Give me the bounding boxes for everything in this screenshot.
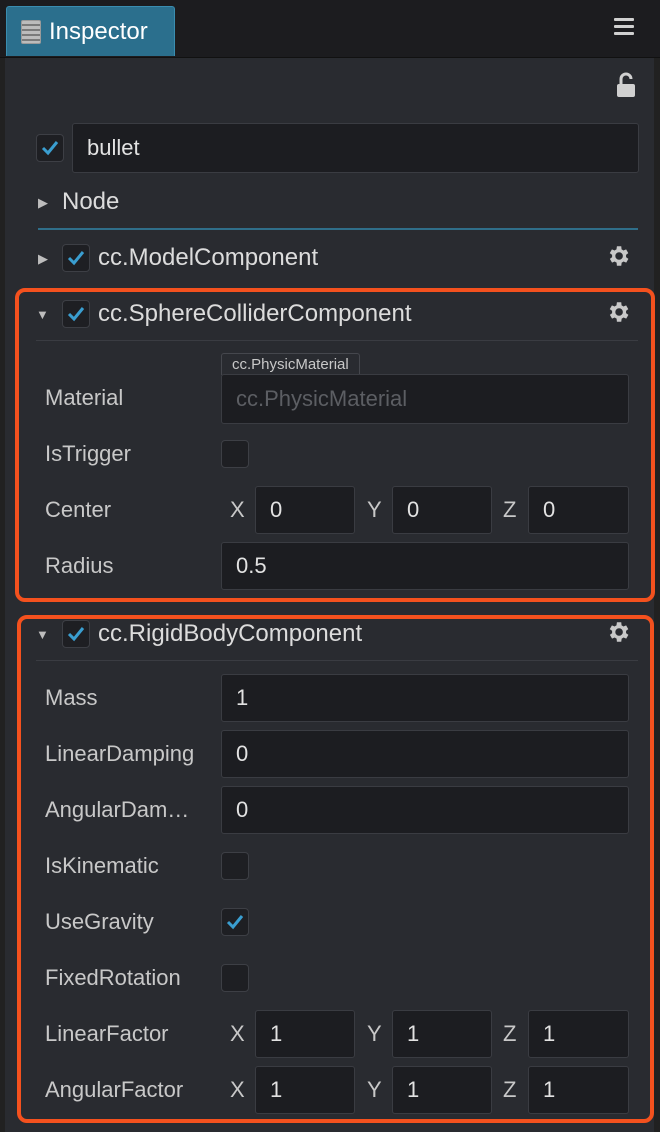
unlock-icon[interactable] bbox=[615, 72, 637, 98]
triangle-down-icon[interactable]: ▼ bbox=[36, 627, 49, 642]
linear-factor-x-input[interactable]: 1 bbox=[255, 1010, 355, 1058]
model-enabled-checkbox[interactable] bbox=[62, 244, 90, 272]
angular-factor-x-input[interactable]: 1 bbox=[255, 1066, 355, 1114]
material-type-tag: cc.PhysicMaterial bbox=[221, 353, 360, 375]
linear-damping-label: LinearDamping bbox=[45, 741, 195, 766]
linear-damping-input[interactable]: 0 bbox=[221, 730, 629, 778]
center-x-axis-label: X bbox=[230, 497, 245, 522]
gear-icon[interactable] bbox=[605, 619, 631, 645]
model-component-title[interactable]: cc.ModelComponent bbox=[98, 244, 318, 272]
triangle-down-icon[interactable]: ▼ bbox=[36, 307, 49, 322]
angular-factor-z-axis-label: Z bbox=[503, 1077, 517, 1102]
triangle-right-icon[interactable]: ▶ bbox=[38, 195, 48, 211]
use-gravity-label: UseGravity bbox=[45, 909, 154, 934]
istrigger-label: IsTrigger bbox=[45, 441, 131, 466]
gear-icon[interactable] bbox=[605, 243, 631, 269]
center-x-input[interactable]: 0 bbox=[255, 486, 355, 534]
angular-factor-y-input[interactable]: 1 bbox=[392, 1066, 492, 1114]
fixed-rotation-label: FixedRotation bbox=[45, 965, 181, 990]
sphere-collider-title[interactable]: cc.SphereColliderComponent bbox=[98, 300, 412, 328]
inspector-icon bbox=[21, 19, 41, 44]
linear-factor-x-axis-label: X bbox=[230, 1021, 245, 1046]
istrigger-checkbox[interactable] bbox=[221, 440, 249, 468]
center-z-axis-label: Z bbox=[503, 497, 517, 522]
center-y-input[interactable]: 0 bbox=[392, 486, 492, 534]
radius-label: Radius bbox=[45, 553, 114, 578]
is-kinematic-label: IsKinematic bbox=[45, 853, 159, 878]
triangle-right-icon[interactable]: ▶ bbox=[38, 251, 48, 267]
mass-label: Mass bbox=[45, 685, 98, 710]
divider bbox=[36, 340, 638, 341]
material-field[interactable]: cc.PhysicMaterial bbox=[221, 374, 629, 424]
angular-factor-y-axis-label: Y bbox=[367, 1077, 382, 1102]
divider bbox=[38, 228, 638, 230]
is-kinematic-checkbox[interactable] bbox=[221, 852, 249, 880]
tab-label: Inspector bbox=[49, 17, 148, 45]
hamburger-menu-icon[interactable] bbox=[614, 18, 634, 36]
fixed-rotation-checkbox[interactable] bbox=[221, 964, 249, 992]
sphere-collider-enabled-checkbox[interactable] bbox=[62, 300, 90, 328]
angular-damping-input[interactable]: 0 bbox=[221, 786, 629, 834]
mass-input[interactable]: 1 bbox=[221, 674, 629, 722]
angular-factor-label: AngularFactor bbox=[45, 1077, 184, 1102]
linear-factor-z-axis-label: Z bbox=[503, 1021, 517, 1046]
divider bbox=[36, 660, 638, 661]
linear-factor-label: LinearFactor bbox=[45, 1021, 169, 1046]
linear-factor-z-input[interactable]: 1 bbox=[528, 1010, 629, 1058]
tab-inspector[interactable]: Inspector bbox=[6, 6, 175, 56]
node-section-title[interactable]: Node bbox=[62, 188, 119, 216]
rigid-body-enabled-checkbox[interactable] bbox=[62, 620, 90, 648]
center-y-axis-label: Y bbox=[367, 497, 382, 522]
angular-factor-z-input[interactable]: 1 bbox=[528, 1066, 629, 1114]
linear-factor-y-input[interactable]: 1 bbox=[392, 1010, 492, 1058]
rigid-body-title[interactable]: cc.RigidBodyComponent bbox=[98, 620, 362, 648]
center-label: Center bbox=[45, 497, 112, 522]
panel-header: Inspector bbox=[0, 0, 660, 58]
use-gravity-checkbox[interactable] bbox=[221, 908, 249, 936]
node-enabled-checkbox[interactable] bbox=[36, 134, 64, 162]
node-name-input[interactable]: bullet bbox=[72, 123, 639, 173]
center-z-input[interactable]: 0 bbox=[528, 486, 629, 534]
angular-damping-label: AngularDam… bbox=[45, 797, 190, 822]
linear-factor-y-axis-label: Y bbox=[367, 1021, 382, 1046]
radius-input[interactable]: 0.5 bbox=[221, 542, 629, 590]
gear-icon[interactable] bbox=[605, 299, 631, 325]
angular-factor-x-axis-label: X bbox=[230, 1077, 245, 1102]
material-label: Material bbox=[45, 385, 124, 410]
